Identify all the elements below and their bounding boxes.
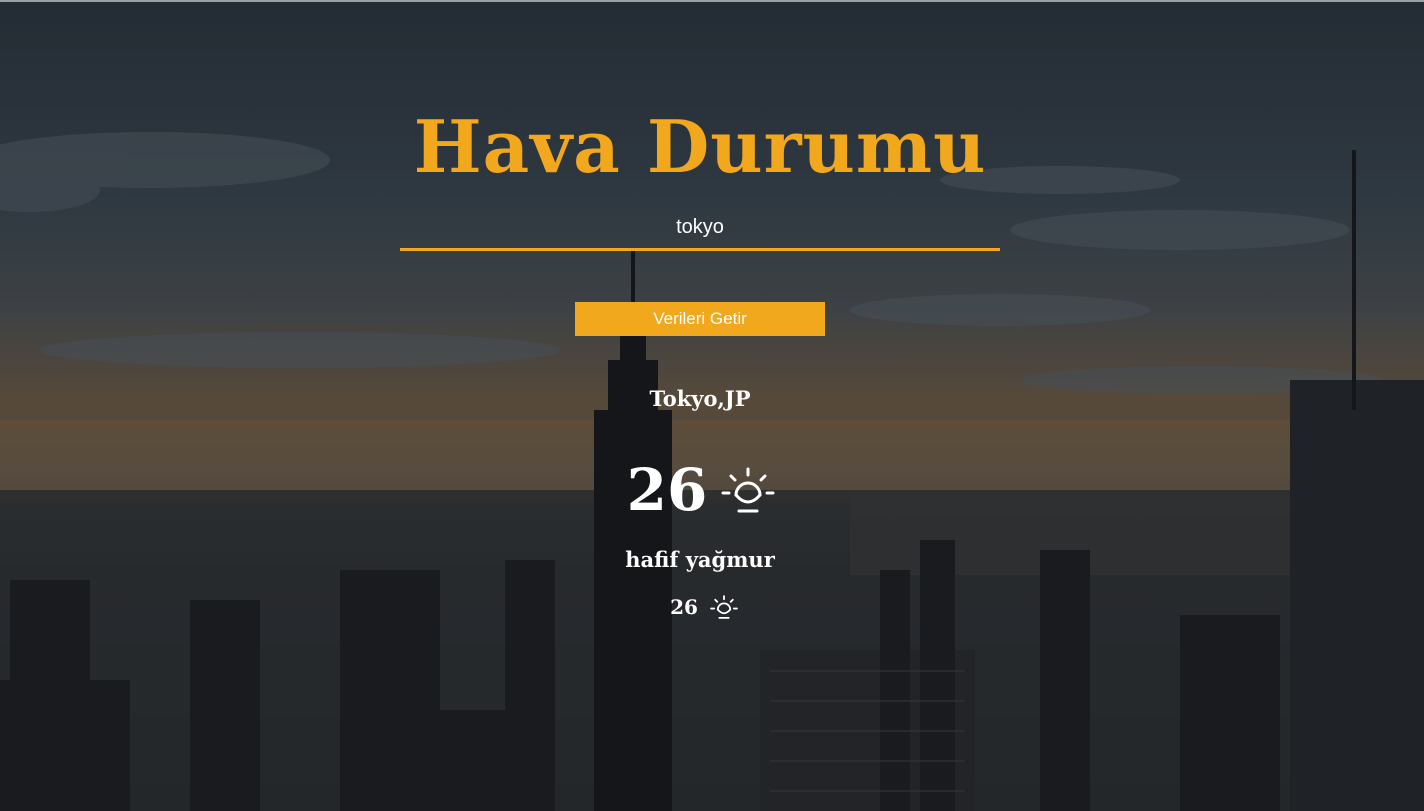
secondary-temperature-value: 26 xyxy=(670,595,698,619)
page-title: Hava Durumu xyxy=(413,104,987,189)
temperature-value: 26 xyxy=(626,456,708,524)
sunrise-icon xyxy=(721,465,775,515)
weather-app: Hava Durumu Verileri Getir Tokyo,JP 26 h… xyxy=(0,0,1424,811)
weather-description: hafif yağmur xyxy=(625,547,775,572)
secondary-weather: 26 xyxy=(0,594,1408,620)
location-label: Tokyo,JP xyxy=(649,386,751,411)
sunrise-icon xyxy=(710,594,738,620)
fetch-data-button[interactable]: Verileri Getir xyxy=(575,302,825,336)
city-search-input[interactable] xyxy=(400,206,1000,251)
current-weather: 26 xyxy=(0,452,1402,528)
